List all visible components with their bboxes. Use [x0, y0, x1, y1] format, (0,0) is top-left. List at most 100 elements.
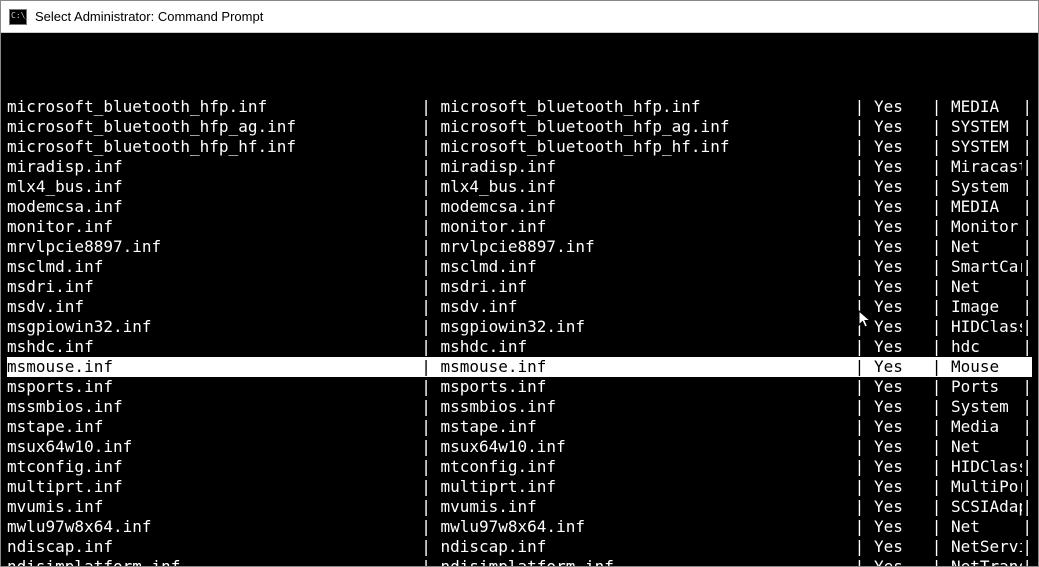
column-separator: |	[421, 317, 440, 337]
row-end-separator: |	[1022, 417, 1032, 437]
cell-inbox: Yes	[874, 177, 932, 197]
table-row[interactable]: mstape.inf | mstape.inf | Yes | Media|	[7, 417, 1032, 437]
column-separator: |	[855, 497, 874, 517]
row-end-separator: |	[1022, 557, 1032, 566]
cell-class: Image	[951, 297, 1022, 317]
row-end-separator: |	[1022, 337, 1032, 357]
cell-inbox: Yes	[874, 317, 932, 337]
cmd-icon	[9, 9, 27, 25]
column-separator: |	[421, 277, 440, 297]
cell-original-name: mstape.inf	[440, 417, 854, 437]
cell-original-name: ndiscap.inf	[440, 537, 854, 557]
row-end-separator: |	[1022, 297, 1032, 317]
cell-class: Media	[951, 417, 1022, 437]
table-row[interactable]: microsoft_bluetooth_hfp_ag.inf | microso…	[7, 117, 1032, 137]
column-separator: |	[421, 537, 440, 557]
window-title: Select Administrator: Command Prompt	[35, 9, 263, 24]
cell-inbox: Yes	[874, 157, 932, 177]
cell-original-name: mssmbios.inf	[440, 397, 854, 417]
column-separator: |	[855, 457, 874, 477]
cell-published-name: microsoft_bluetooth_hfp_ag.inf	[7, 117, 421, 137]
table-row[interactable]: mrvlpcie8897.inf | mrvlpcie8897.inf | Ye…	[7, 237, 1032, 257]
column-separator: |	[932, 457, 951, 477]
cell-class: Mouse	[951, 357, 1022, 377]
row-end-separator: |	[1022, 517, 1032, 537]
column-separator: |	[932, 417, 951, 437]
table-row[interactable]: mvumis.inf | mvumis.inf | Yes | SCSIAdap…	[7, 497, 1032, 517]
table-row[interactable]: ndiscap.inf | ndiscap.inf | Yes | NetSer…	[7, 537, 1032, 557]
table-row[interactable]: msux64w10.inf | msux64w10.inf | Yes | Ne…	[7, 437, 1032, 457]
cell-original-name: msclmd.inf	[440, 257, 854, 277]
cell-published-name: mstape.inf	[7, 417, 421, 437]
table-row[interactable]: monitor.inf | monitor.inf | Yes | Monito…	[7, 217, 1032, 237]
table-row[interactable]: mtconfig.inf | mtconfig.inf | Yes | HIDC…	[7, 457, 1032, 477]
cell-class: HIDClass	[951, 457, 1022, 477]
cell-class: Miracast	[951, 157, 1022, 177]
table-row[interactable]: multiprt.inf | multiprt.inf | Yes | Mult…	[7, 477, 1032, 497]
cell-original-name: monitor.inf	[440, 217, 854, 237]
titlebar[interactable]: Select Administrator: Command Prompt	[1, 1, 1038, 33]
column-separator: |	[932, 157, 951, 177]
column-separator: |	[421, 437, 440, 457]
cell-class: Net	[951, 237, 1022, 257]
cell-class: SYSTEM	[951, 117, 1022, 137]
cell-original-name: mtconfig.inf	[440, 457, 854, 477]
column-separator: |	[932, 357, 951, 377]
row-end-separator: |	[1022, 177, 1032, 197]
column-separator: |	[421, 217, 440, 237]
column-separator: |	[932, 137, 951, 157]
column-separator: |	[932, 377, 951, 397]
cell-published-name: ndisimplatform.inf	[7, 557, 421, 566]
cell-original-name: microsoft_bluetooth_hfp.inf	[440, 97, 854, 117]
cell-class: HIDClass	[951, 317, 1022, 337]
table-row[interactable]: microsoft_bluetooth_hfp_hf.inf | microso…	[7, 137, 1032, 157]
cell-class: MEDIA	[951, 97, 1022, 117]
column-separator: |	[421, 117, 440, 137]
row-end-separator: |	[1022, 537, 1032, 557]
column-separator: |	[932, 337, 951, 357]
cell-original-name: msux64w10.inf	[440, 437, 854, 457]
row-end-separator: |	[1022, 97, 1032, 117]
column-separator: |	[855, 557, 874, 566]
table-row[interactable]: msports.inf | msports.inf | Yes | Ports|	[7, 377, 1032, 397]
column-separator: |	[421, 457, 440, 477]
table-row[interactable]: mssmbios.inf | mssmbios.inf | Yes | Syst…	[7, 397, 1032, 417]
console-output[interactable]: microsoft_bluetooth_hfp.inf | microsoft_…	[1, 33, 1038, 566]
cell-class: hdc	[951, 337, 1022, 357]
table-row[interactable]: msdv.inf | msdv.inf | Yes | Image|	[7, 297, 1032, 317]
table-row[interactable]: mlx4_bus.inf | mlx4_bus.inf | Yes | Syst…	[7, 177, 1032, 197]
column-separator: |	[855, 377, 874, 397]
table-row[interactable]: mwlu97w8x64.inf | mwlu97w8x64.inf | Yes …	[7, 517, 1032, 537]
row-end-separator: |	[1022, 457, 1032, 477]
column-separator: |	[855, 257, 874, 277]
cell-published-name: mwlu97w8x64.inf	[7, 517, 421, 537]
table-row[interactable]: ndisimplatform.inf | ndisimplatform.inf …	[7, 557, 1032, 566]
column-separator: |	[932, 97, 951, 117]
column-separator: |	[421, 297, 440, 317]
cell-original-name: mvumis.inf	[440, 497, 854, 517]
cell-published-name: modemcsa.inf	[7, 197, 421, 217]
column-separator: |	[421, 377, 440, 397]
column-separator: |	[855, 337, 874, 357]
table-row[interactable]: modemcsa.inf | modemcsa.inf | Yes | MEDI…	[7, 197, 1032, 217]
cell-class: Net	[951, 517, 1022, 537]
row-end-separator: |	[1022, 317, 1032, 337]
column-separator: |	[855, 137, 874, 157]
column-separator: |	[855, 197, 874, 217]
cell-inbox: Yes	[874, 517, 932, 537]
cell-inbox: Yes	[874, 377, 932, 397]
column-separator: |	[855, 397, 874, 417]
cell-published-name: monitor.inf	[7, 217, 421, 237]
column-separator: |	[421, 557, 440, 566]
table-row[interactable]: msclmd.inf | msclmd.inf | Yes | SmartCar…	[7, 257, 1032, 277]
cell-published-name: msux64w10.inf	[7, 437, 421, 457]
table-row[interactable]: microsoft_bluetooth_hfp.inf | microsoft_…	[7, 97, 1032, 117]
table-row[interactable]: msgpiowin32.inf | msgpiowin32.inf | Yes …	[7, 317, 1032, 337]
cell-original-name: ndisimplatform.inf	[440, 557, 854, 566]
table-row[interactable]: msmouse.inf | msmouse.inf | Yes | Mouse|	[7, 357, 1032, 377]
table-row[interactable]: miradisp.inf | miradisp.inf | Yes | Mira…	[7, 157, 1032, 177]
column-separator: |	[855, 317, 874, 337]
table-row[interactable]: msdri.inf | msdri.inf | Yes | Net|	[7, 277, 1032, 297]
column-separator: |	[855, 157, 874, 177]
table-row[interactable]: mshdc.inf | mshdc.inf | Yes | hdc|	[7, 337, 1032, 357]
